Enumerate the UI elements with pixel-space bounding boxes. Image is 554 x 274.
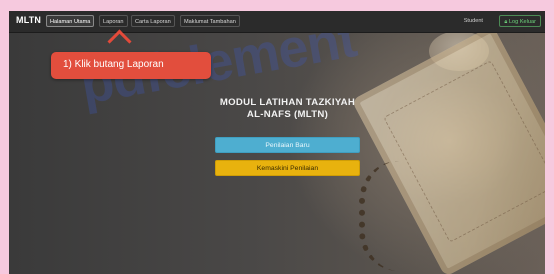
nav-item-carta-laporan[interactable]: Carta Laporan bbox=[131, 15, 175, 27]
navbar: MLTN Halaman Utama Laporan Carta Laporan… bbox=[9, 11, 545, 33]
nav-item-halaman-utama[interactable]: Halaman Utama bbox=[46, 15, 95, 27]
page-title-line2: AL-NAFS (MLTN) bbox=[246, 109, 329, 120]
prayer-beads-image bbox=[359, 161, 435, 271]
callout-text: 1) Klik butang Laporan bbox=[63, 59, 164, 70]
nav-item-laporan[interactable]: Laporan bbox=[99, 15, 128, 27]
logout-label: Log Keluar bbox=[508, 19, 536, 25]
update-assessment-button[interactable]: Kemaskini Penilaian bbox=[215, 160, 360, 176]
lock-icon: 🔒︎ bbox=[504, 19, 508, 25]
page-title-line1: MODUL LATIHAN TAZKIYAH bbox=[219, 97, 356, 108]
brand-logo[interactable]: MLTN bbox=[16, 15, 41, 25]
logout-button[interactable]: 🔒︎ Log Keluar bbox=[499, 15, 541, 27]
nav-item-maklumat-tambahan[interactable]: Maklumat Tambahan bbox=[180, 15, 240, 27]
user-name: Student bbox=[463, 18, 483, 24]
app-screen: pdfelement MLTN Halaman Utama Laporan Ca… bbox=[9, 11, 545, 274]
new-assessment-button[interactable]: Penilaian Baru bbox=[215, 137, 360, 153]
page-title: MODUL LATIHAN TAZKIYAH AL-NAFS (MLTN) bbox=[199, 97, 376, 121]
instruction-callout: 1) Klik butang Laporan bbox=[51, 52, 211, 79]
